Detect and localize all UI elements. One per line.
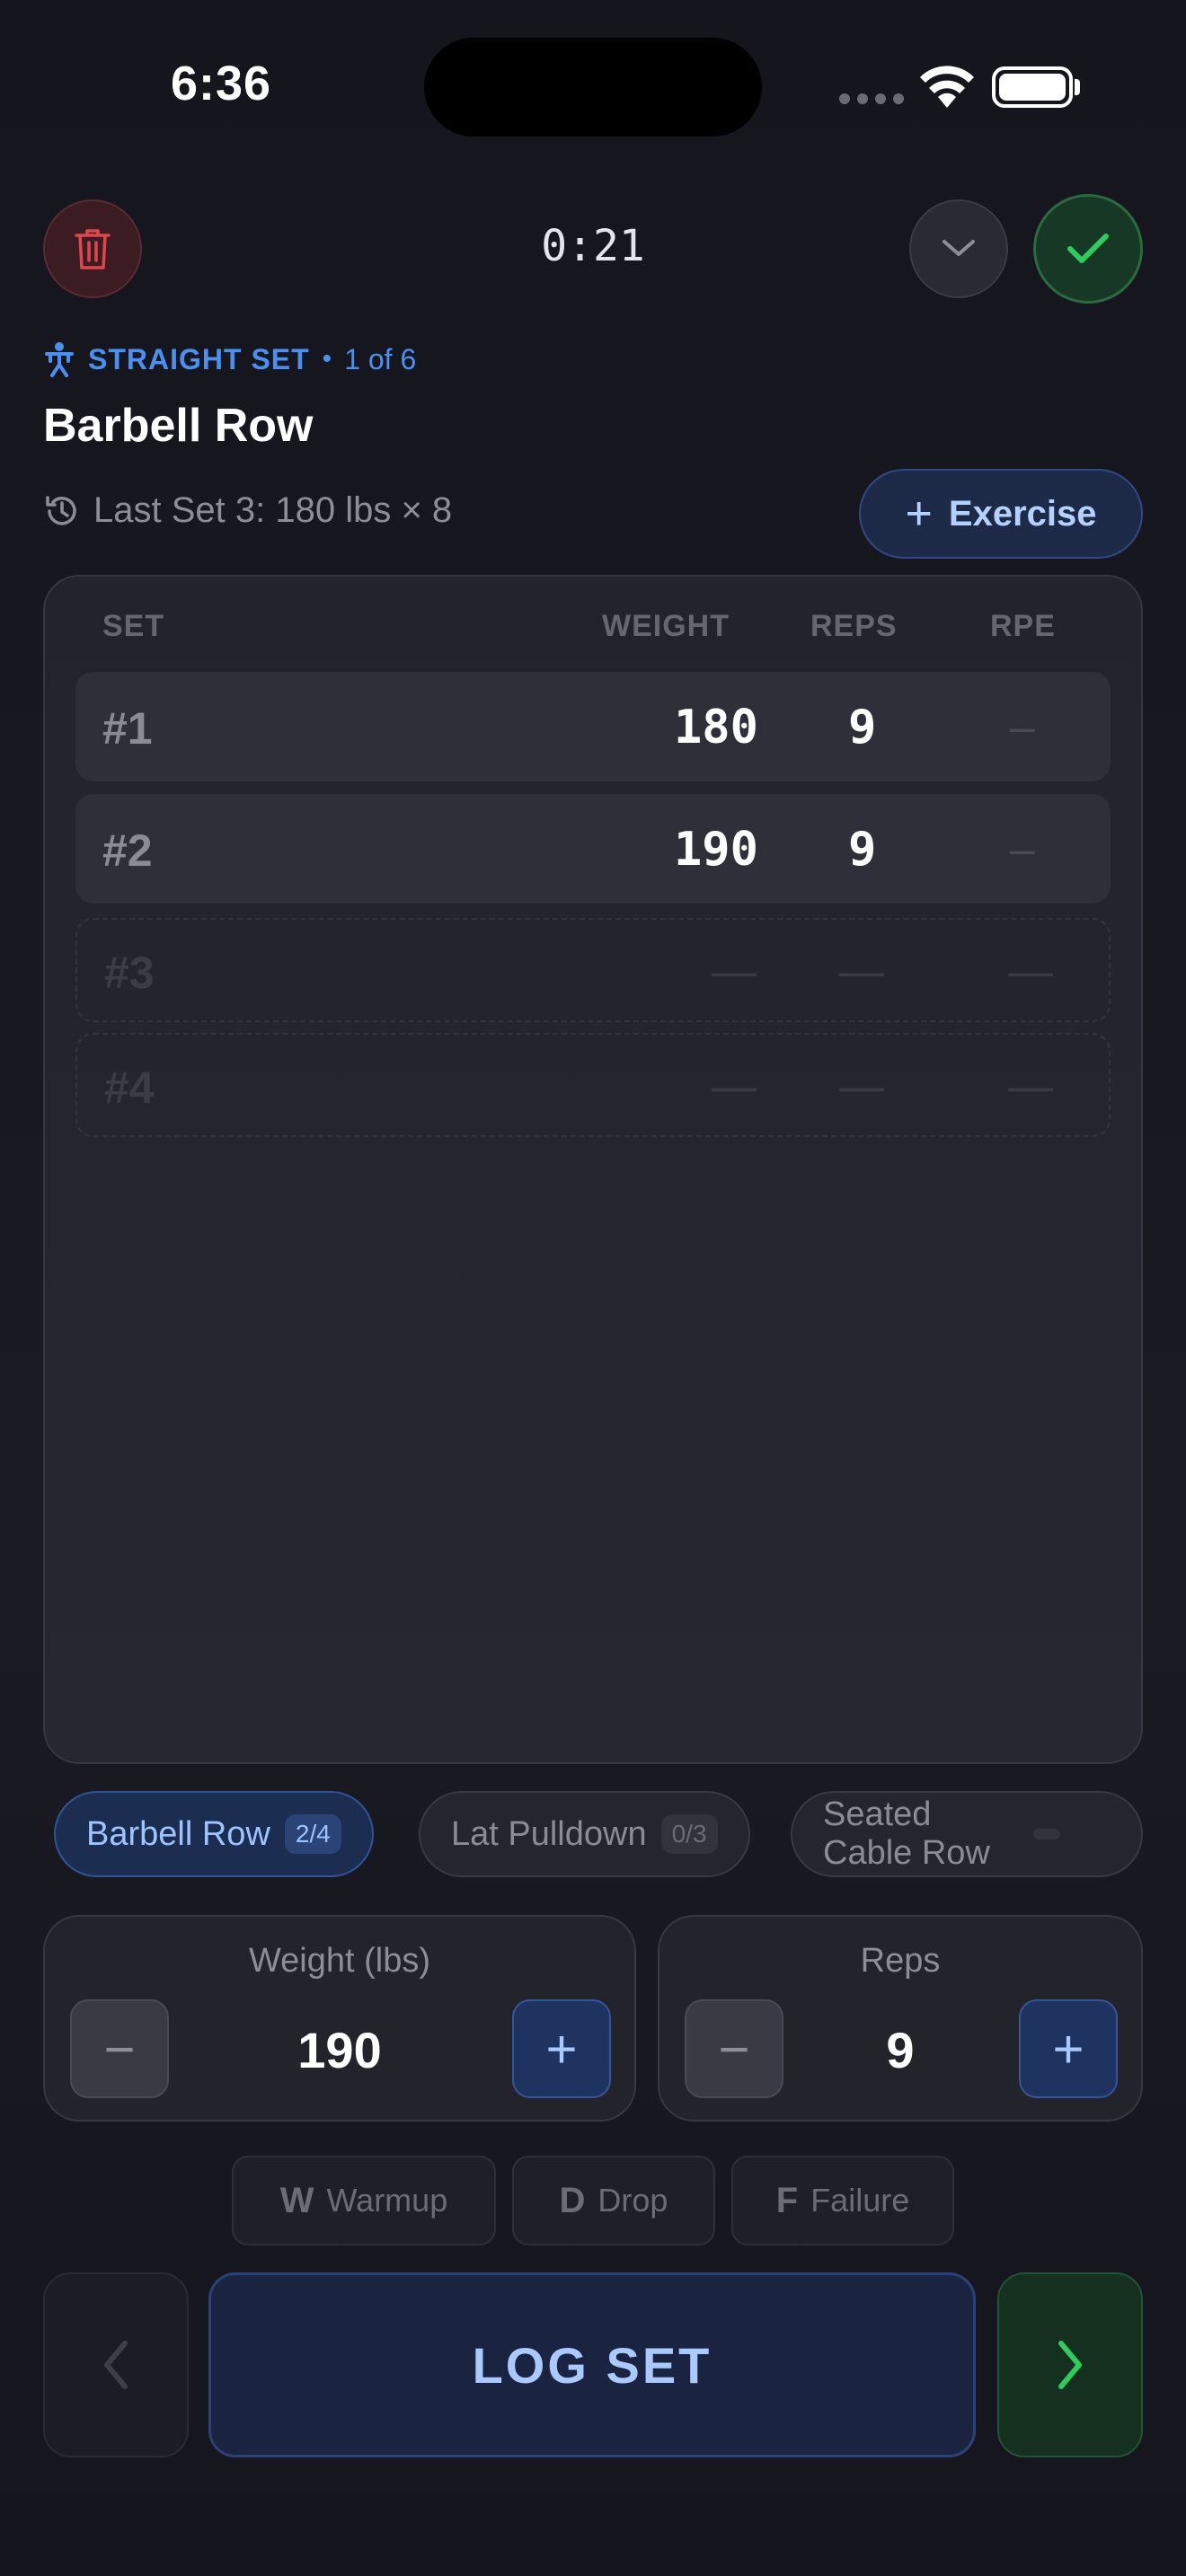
drop-key: D (559, 2180, 586, 2220)
history-icon (46, 495, 76, 525)
workout-timer: 0:21 (541, 221, 645, 271)
set-weight: 180 (674, 701, 758, 754)
set-number: #3 (104, 948, 155, 998)
column-header-reps: REPS (810, 609, 898, 643)
workout-screen: 6:36 0:21 STRAIGHT SET • 1 of 6 Barbell … (0, 0, 1186, 2576)
exercise-position: 1 of 6 (344, 342, 417, 375)
exercise-pill-barbell-row[interactable]: Barbell Row 2/4 (54, 1791, 374, 1877)
warmup-tag-button[interactable]: W Warmup (232, 2156, 496, 2245)
pill-label: Barbell Row (86, 1814, 270, 1853)
warmup-label: Warmup (326, 2182, 448, 2219)
add-exercise-button[interactable]: + Exercise (859, 469, 1143, 559)
chevron-left-icon (104, 2341, 128, 2389)
chevron-down-icon (943, 240, 975, 256)
set-reps: 9 (848, 823, 877, 877)
set-rpe[interactable]: – (1010, 823, 1035, 875)
wifi-icon (918, 65, 976, 114)
set-rpe[interactable]: – (1010, 701, 1035, 753)
collapse-button[interactable] (909, 199, 1008, 298)
set-weight: — (712, 1061, 757, 1111)
set-type-label: STRAIGHT SET (88, 342, 310, 375)
checkmark-icon (1067, 234, 1109, 263)
reps-label: Reps (860, 1942, 941, 1980)
trash-icon (75, 229, 111, 269)
reps-stepper: Reps − 9 + (658, 1915, 1143, 2122)
pill-progress: 0/3 (660, 1814, 718, 1854)
set-reps: — (839, 946, 884, 996)
failure-tag-button[interactable]: F Failure (731, 2156, 954, 2245)
weight-label: Weight (lbs) (248, 1942, 431, 1980)
column-header-rpe: RPE (990, 609, 1056, 643)
delete-workout-button[interactable] (43, 199, 142, 298)
set-number: #4 (104, 1063, 155, 1113)
set-reps: — (839, 1061, 884, 1111)
person-lifting-icon (45, 342, 74, 377)
table-row[interactable]: #4 — — — (75, 1033, 1111, 1137)
reps-increment-button[interactable]: + (1019, 1999, 1118, 2098)
last-set-row: Last Set 3: 180 lbs × 8 (43, 490, 452, 531)
pill-label: Lat Pulldown (451, 1814, 647, 1853)
add-exercise-label: Exercise (948, 493, 1097, 534)
exercise-title: Barbell Row (43, 400, 314, 452)
table-row[interactable]: #1 180 9 – (75, 672, 1111, 781)
set-number: #1 (102, 703, 153, 754)
set-rpe: — (1008, 946, 1053, 996)
battery-tip (1075, 79, 1080, 95)
weight-increment-button[interactable]: + (512, 1999, 611, 2098)
pill-progress: 2/4 (284, 1814, 341, 1854)
pill-progress (1033, 1829, 1060, 1839)
log-set-button[interactable]: LOG SET (208, 2272, 976, 2457)
last-set-text: Last Set 3: 180 lbs × 8 (93, 490, 453, 530)
set-weight: — (712, 946, 757, 996)
set-rpe: — (1008, 1061, 1053, 1111)
plus-icon: + (905, 488, 933, 540)
table-row[interactable]: #2 190 9 – (75, 794, 1111, 904)
exercise-pill-seated-cable-row[interactable]: Seated Cable Row (791, 1791, 1143, 1877)
dynamic-island (424, 38, 762, 137)
failure-label: Failure (810, 2182, 910, 2219)
set-weight: 190 (674, 823, 758, 877)
set-reps: 9 (848, 701, 877, 754)
failure-key: F (775, 2180, 799, 2220)
battery-icon (992, 66, 1073, 108)
pill-label: Seated Cable Row (823, 1795, 990, 1872)
warmup-key: W (279, 2180, 314, 2220)
column-header-weight: WEIGHT (602, 609, 730, 643)
drop-label: Drop (597, 2182, 668, 2219)
status-time: 6:36 (171, 57, 272, 110)
column-header-set: SET (102, 609, 165, 643)
exercise-pill-lat-pulldown[interactable]: Lat Pulldown 0/3 (419, 1791, 750, 1877)
weight-stepper: Weight (lbs) − 190 + (43, 1915, 636, 2122)
set-number: #2 (102, 825, 153, 876)
next-set-button[interactable] (997, 2272, 1143, 2457)
table-row[interactable]: #3 — — — (75, 918, 1111, 1022)
drop-tag-button[interactable]: D Drop (512, 2156, 715, 2245)
cellular-signal-icon (839, 93, 904, 104)
finish-workout-button[interactable] (1033, 194, 1143, 304)
separator: • (322, 344, 332, 374)
previous-set-button[interactable] (43, 2272, 189, 2457)
exercise-pills-scroller[interactable]: Barbell Row 2/4 Lat Pulldown 0/3 Seated … (0, 1787, 1143, 1886)
set-type-row: STRAIGHT SET • 1 of 6 (43, 341, 416, 377)
chevron-right-icon (1058, 2341, 1082, 2389)
